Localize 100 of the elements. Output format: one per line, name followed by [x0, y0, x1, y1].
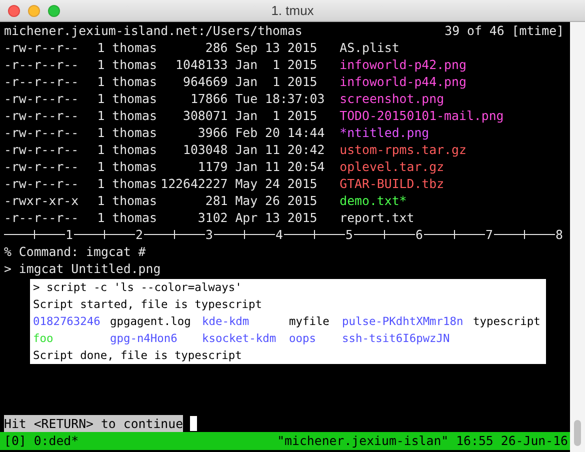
window-title: 1. tmux: [271, 3, 314, 18]
file-size: 1179: [196, 158, 228, 175]
file-size: 286: [204, 39, 228, 56]
zoom-button[interactable]: [48, 4, 60, 16]
file-permissions: -rwxr-xr-x: [4, 192, 80, 209]
link-count: 1: [97, 192, 105, 209]
file-date: Jan 11 20:42: [235, 141, 325, 158]
command-prompt: % Command: imgcat #: [4, 243, 147, 260]
file-permissions: -rw-r--r--: [4, 124, 80, 141]
file-size: 17866: [189, 90, 228, 107]
ruler-number: 1: [64, 226, 74, 243]
file-permissions: -rw-r--r--: [4, 175, 80, 192]
close-button[interactable]: [8, 4, 20, 16]
file-date: May 24 2015: [235, 175, 318, 192]
listing-entry: typescript: [473, 314, 542, 330]
file-date: Tue 18:37:03: [235, 90, 325, 107]
file-size: 3102: [196, 209, 228, 226]
listing-entry: 0182763246: [33, 314, 102, 330]
file-size: 964669: [182, 73, 228, 90]
link-count: 1: [97, 39, 105, 56]
scrollbar[interactable]: [570, 22, 585, 452]
file-name[interactable]: report.txt: [340, 209, 414, 226]
scroll-thumb[interactable]: [574, 420, 581, 446]
file-size: 1048133: [174, 56, 228, 73]
file-date: Jan 1 2015: [235, 56, 318, 73]
file-owner: thomas: [112, 141, 157, 158]
ruler-number: 2: [134, 226, 144, 243]
file-name[interactable]: GTAR-BUILD.tbz: [340, 175, 444, 192]
file-name[interactable]: oplevel.tar.gz: [340, 158, 444, 175]
output-line: > script -c 'ls --color=always': [33, 280, 243, 296]
link-count: 1: [97, 158, 105, 175]
file-name[interactable]: TODO-20150101-mail.png: [340, 107, 504, 124]
file-size: 103048: [182, 141, 228, 158]
file-date: May 26 2015: [235, 192, 318, 209]
listing-entry: myfile: [289, 314, 330, 330]
listing-entry: pulse-PKdhtXMmr18n: [342, 314, 464, 330]
file-permissions: -r--r--r--: [4, 209, 80, 226]
file-date: Feb 20 14:44: [235, 124, 325, 141]
file-name[interactable]: infoworld-p44.png: [340, 73, 466, 90]
file-permissions: -r--r--r--: [4, 56, 80, 73]
listing-entry: ssh-tsit6I6pwzJN: [342, 331, 451, 347]
host-clock: "michener.jexium-islan" 16:55 26-Jun-16: [277, 432, 568, 450]
window-list[interactable]: [0] 0:ded*: [4, 432, 79, 450]
listing-entry: oops: [289, 331, 317, 347]
file-owner: thomas: [112, 56, 157, 73]
file-owner: thomas: [112, 39, 157, 56]
file-size: 281: [204, 192, 228, 209]
listing-entry: kde-kdm: [202, 314, 250, 330]
file-owner: thomas: [112, 73, 157, 90]
link-count: 1: [97, 175, 105, 192]
file-owner: thomas: [112, 90, 157, 107]
ruler-number: 4: [274, 226, 284, 243]
file-owner: thomas: [112, 175, 157, 192]
file-permissions: -rw-r--r--: [4, 90, 80, 107]
file-owner: thomas: [112, 107, 157, 124]
file-permissions: -rw-r--r--: [4, 39, 80, 56]
listing-entry: gpg-n4Hon6: [110, 331, 178, 347]
listing-entry: ksocket-kdm: [202, 331, 278, 347]
link-count: 1: [97, 107, 105, 124]
prompt-message: Hit <RETURN> to continue: [4, 415, 184, 432]
link-count: 1: [97, 124, 105, 141]
link-count: 1: [97, 73, 105, 90]
file-name[interactable]: infoworld-p42.png: [340, 56, 466, 73]
ruler-number: 7: [484, 226, 494, 243]
file-name[interactable]: demo.txt*: [340, 192, 407, 209]
ruler-number: 8: [554, 226, 564, 243]
file-owner: thomas: [112, 192, 157, 209]
file-size: 3966: [196, 124, 228, 141]
link-count: 1: [97, 90, 105, 107]
file-name[interactable]: screenshot.png: [340, 90, 444, 107]
file-name[interactable]: *ntitled.png: [340, 124, 430, 141]
minimize-button[interactable]: [28, 4, 40, 16]
link-count: 1: [97, 209, 105, 226]
file-permissions: -rw-r--r--: [4, 158, 80, 175]
file-date: Sep 13 2015: [235, 39, 318, 56]
link-count: 1: [97, 56, 105, 73]
file-position: 39 of 46 [mtime]: [444, 22, 564, 39]
ruler-number: 5: [344, 226, 354, 243]
output-line: Script started, file is typescript: [33, 297, 264, 313]
text-cursor: [190, 416, 198, 431]
file-date: Apr 13 2015: [235, 209, 318, 226]
ruler-number: 6: [414, 226, 424, 243]
file-permissions: -rw-r--r--: [4, 141, 80, 158]
listing-entry: gpgagent.log: [110, 314, 192, 330]
file-date: Jan 1 2015: [235, 107, 318, 124]
file-owner: thomas: [112, 158, 157, 175]
file-size: 308071: [182, 107, 228, 124]
link-count: 1: [97, 141, 105, 158]
output-line: Script done, file is typescript: [33, 348, 243, 364]
directory-path: michener.jexium-island.net:/Users/thomas: [4, 22, 302, 39]
command-line: > imgcat Untitled.png: [4, 260, 162, 277]
file-date: Jan 1 2015: [235, 73, 318, 90]
ruler-number: 3: [204, 226, 214, 243]
file-name[interactable]: AS.plist: [340, 39, 400, 56]
file-size: 122642227: [160, 175, 228, 192]
file-permissions: -rw-r--r--: [4, 107, 80, 124]
file-name[interactable]: ustom-rpms.tar.gz: [340, 141, 466, 158]
listing-entry: foo: [33, 331, 54, 347]
file-owner: thomas: [112, 124, 157, 141]
file-permissions: -r--r--r--: [4, 73, 80, 90]
